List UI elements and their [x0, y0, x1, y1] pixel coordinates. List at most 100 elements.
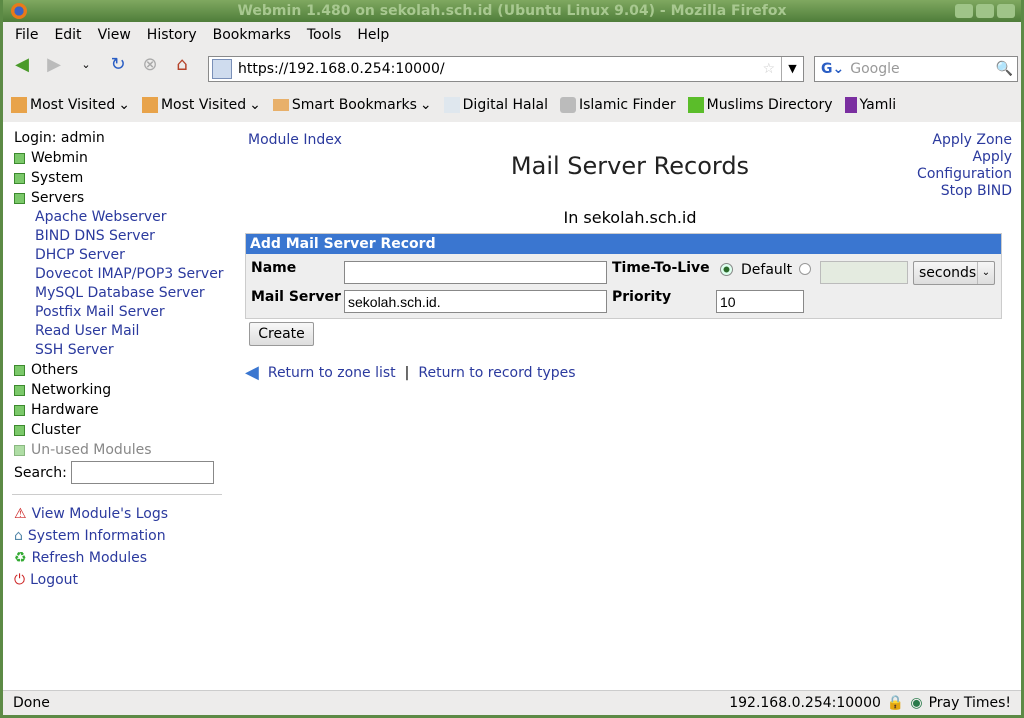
- name-input[interactable]: [344, 261, 607, 284]
- apply-zone-link[interactable]: Apply Zone: [917, 132, 1012, 149]
- category-label: Cluster: [31, 422, 81, 438]
- chevron-down-icon: ⌄: [977, 262, 994, 284]
- view-logs-link[interactable]: ⚠ View Module's Logs: [14, 503, 224, 525]
- name-label: Name: [251, 260, 297, 276]
- apply-link[interactable]: Apply: [917, 149, 1012, 166]
- return-record-types-link[interactable]: Return to record types: [418, 365, 575, 381]
- ttl-value-input[interactable]: [820, 261, 908, 284]
- configuration-link[interactable]: Configuration: [917, 166, 1012, 183]
- priority-input[interactable]: [716, 290, 804, 313]
- collapse-icon: [14, 192, 25, 204]
- system-info-link[interactable]: ⌂ System Information: [14, 525, 224, 547]
- menu-edit[interactable]: Edit: [54, 27, 81, 43]
- minimize-button[interactable]: [955, 4, 973, 18]
- google-icon[interactable]: G⌄: [821, 61, 844, 77]
- maximize-button[interactable]: [976, 4, 994, 18]
- pray-times-icon[interactable]: ◉: [910, 695, 922, 711]
- menu-tools[interactable]: Tools: [307, 27, 342, 43]
- ttl-default-label: Default: [741, 262, 793, 278]
- ttl-custom-radio[interactable]: [799, 263, 811, 275]
- bookmark-star-icon[interactable]: ☆: [762, 61, 775, 77]
- module-search-input[interactable]: [70, 461, 214, 484]
- history-dropdown-icon[interactable]: ⌄: [75, 54, 97, 76]
- folder-icon: [11, 97, 27, 113]
- bookmark-digital-halal[interactable]: Digital Halal: [443, 97, 548, 113]
- status-bar: Done 192.168.0.254:10000 🔒 ◉ Pray Times!: [3, 690, 1021, 715]
- directory-icon: [687, 97, 704, 113]
- ttl-default-radio[interactable]: [720, 263, 733, 276]
- category-label: Hardware: [31, 402, 99, 418]
- expand-icon: [14, 384, 25, 396]
- menu-view[interactable]: View: [98, 27, 131, 43]
- menu-file[interactable]: File: [15, 27, 38, 43]
- category-unused[interactable]: Un-used Modules: [14, 440, 224, 460]
- module-postfix[interactable]: Postfix Mail Server: [14, 303, 224, 322]
- category-networking[interactable]: Networking: [14, 380, 224, 400]
- page-content: Login: admin Webmin System Servers Apach…: [3, 122, 1021, 690]
- url-text[interactable]: https://192.168.0.254:10000/: [238, 61, 762, 77]
- status-host: 192.168.0.254:10000: [729, 695, 881, 711]
- link-label: View Module's Logs: [31, 506, 169, 522]
- page-title: Mail Server Records: [510, 152, 750, 180]
- digital-halal-icon: [443, 97, 460, 113]
- module-dhcp[interactable]: DHCP Server: [14, 246, 224, 265]
- yamli-icon: [844, 97, 857, 113]
- module-apache[interactable]: Apache Webserver: [14, 208, 224, 227]
- back-arrow-icon: ◀: [245, 362, 259, 383]
- folder-icon: [272, 99, 289, 111]
- reload-icon[interactable]: ↻: [107, 54, 129, 76]
- url-bar[interactable]: https://192.168.0.254:10000/☆ ▼: [208, 56, 804, 82]
- forward-icon[interactable]: ▶: [43, 54, 65, 76]
- login-text: Login: admin: [14, 130, 105, 146]
- lock-icon[interactable]: 🔒: [887, 695, 904, 711]
- module-bind[interactable]: BIND DNS Server: [14, 227, 224, 246]
- category-cluster[interactable]: Cluster: [14, 420, 224, 440]
- bookmark-muslims-directory[interactable]: Muslims Directory: [687, 97, 833, 113]
- category-servers[interactable]: Servers: [14, 188, 224, 208]
- bookmark-islamic-finder[interactable]: Islamic Finder: [559, 97, 676, 113]
- bookmark-most-visited[interactable]: Most Visited ⌄: [11, 97, 130, 113]
- separator: |: [404, 364, 410, 381]
- back-icon[interactable]: ◀: [11, 54, 33, 76]
- firefox-icon: [11, 3, 27, 19]
- module-mysql[interactable]: MySQL Database Server: [14, 284, 224, 303]
- module-read-mail[interactable]: Read User Mail: [14, 322, 224, 341]
- mail-server-input[interactable]: [344, 290, 607, 313]
- power-icon: ⏻: [14, 572, 26, 588]
- menu-bookmarks[interactable]: Bookmarks: [213, 27, 291, 43]
- zone-subtitle: In sekolah.sch.id: [563, 208, 697, 227]
- stop-icon[interactable]: ⊗: [139, 54, 161, 76]
- search-box[interactable]: G⌄ Google 🔍: [814, 56, 1018, 82]
- bookmark-label: Yamli: [859, 97, 897, 113]
- create-button[interactable]: Create: [249, 322, 314, 346]
- search-placeholder[interactable]: Google: [850, 61, 995, 77]
- priority-label: Priority: [612, 289, 672, 305]
- module-index-link[interactable]: Module Index: [248, 132, 342, 148]
- bookmark-most-visited-2[interactable]: Most Visited ⌄: [141, 97, 261, 113]
- refresh-modules-link[interactable]: ♻ Refresh Modules: [14, 547, 224, 569]
- bookmark-yamli[interactable]: Yamli: [844, 97, 897, 113]
- category-hardware[interactable]: Hardware: [14, 400, 224, 420]
- bookmark-label: Muslims Directory: [706, 97, 833, 113]
- warning-icon: ⚠: [14, 506, 27, 522]
- menu-history[interactable]: History: [147, 27, 197, 43]
- module-ssh[interactable]: SSH Server: [14, 341, 224, 360]
- bookmark-smart[interactable]: Smart Bookmarks ⌄: [272, 97, 432, 113]
- search-icon[interactable]: 🔍: [996, 61, 1013, 77]
- category-system[interactable]: System: [14, 168, 224, 188]
- module-dovecot[interactable]: Dovecot IMAP/POP3 Server: [14, 265, 224, 284]
- category-webmin[interactable]: Webmin: [14, 148, 224, 168]
- logout-link[interactable]: ⏻ Logout: [14, 569, 224, 591]
- close-button[interactable]: [997, 4, 1015, 18]
- return-zone-list-link[interactable]: Return to zone list: [268, 365, 396, 381]
- url-dropdown-icon[interactable]: ▼: [781, 57, 803, 81]
- menu-help[interactable]: Help: [357, 27, 389, 43]
- home-icon[interactable]: ⌂: [171, 54, 193, 76]
- link-label: Logout: [30, 572, 79, 588]
- stop-bind-link[interactable]: Stop BIND: [917, 183, 1012, 200]
- expand-icon: [14, 172, 25, 184]
- category-others[interactable]: Others: [14, 360, 224, 380]
- pray-times-label[interactable]: Pray Times!: [929, 695, 1011, 711]
- site-identity-icon[interactable]: [212, 59, 232, 79]
- ttl-unit-select[interactable]: seconds ⌄: [913, 261, 995, 285]
